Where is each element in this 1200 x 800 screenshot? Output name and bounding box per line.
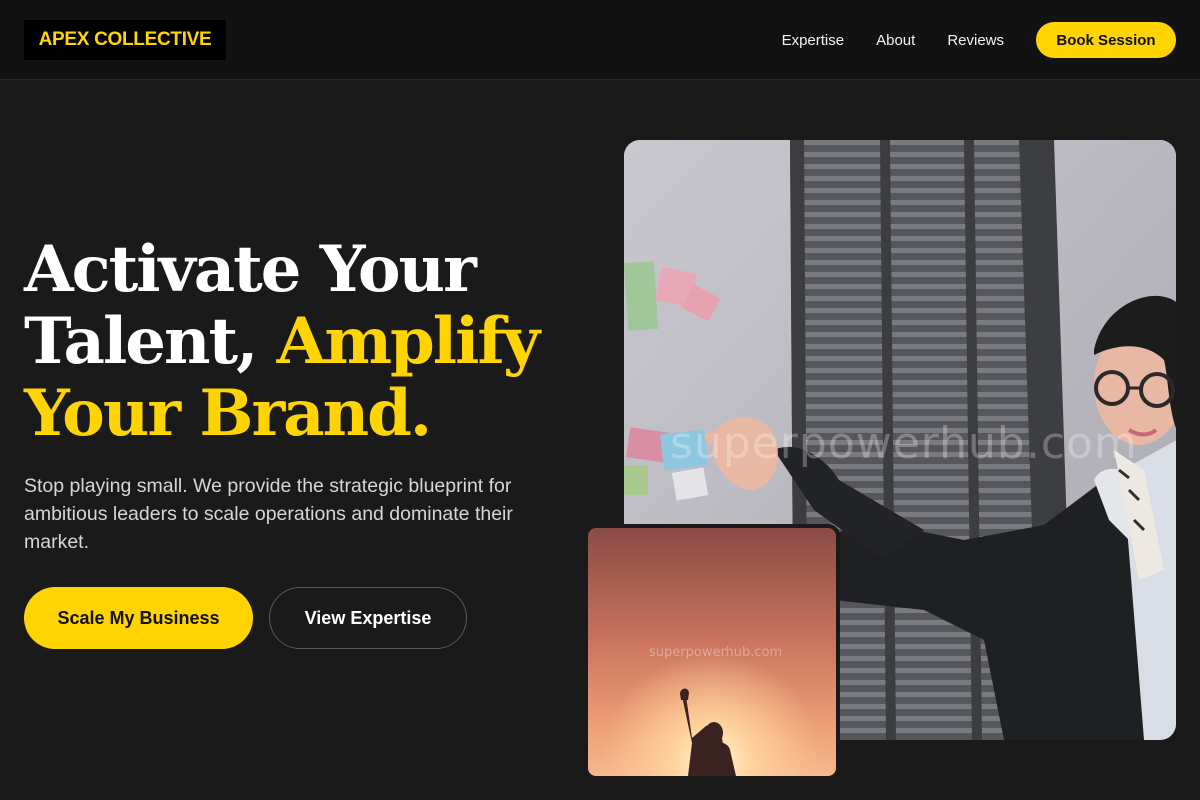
hero-subtext: Stop playing small. We provide the strat… (24, 475, 513, 553)
scale-my-business-button[interactable]: Scale My Business (24, 587, 253, 649)
headline-line-2: Talent, Amplify (24, 306, 584, 378)
headline-line-3: Your Brand. (24, 376, 432, 451)
hero-headline: Activate Your Talent, Amplify Your Brand… (24, 234, 584, 450)
nav-link-expertise[interactable]: Expertise (782, 32, 845, 49)
main-nav: Expertise About Reviews (782, 0, 1004, 80)
hero-secondary-image (588, 528, 836, 776)
book-session-button[interactable]: Book Session (1036, 22, 1176, 58)
view-expertise-button[interactable]: View Expertise (269, 587, 467, 649)
nav-link-reviews[interactable]: Reviews (947, 32, 1004, 49)
headline-talent: Talent, (24, 304, 277, 379)
site-header: APEX COLLECTIVE Expertise About Reviews … (0, 0, 1200, 80)
headline-line-1: Activate Your (24, 232, 477, 307)
brand-logo[interactable]: APEX COLLECTIVE (24, 20, 226, 60)
sunset-silhouette-illustration (588, 528, 836, 776)
headline-amplify: Amplify (276, 304, 540, 379)
nav-link-about[interactable]: About (876, 32, 915, 49)
